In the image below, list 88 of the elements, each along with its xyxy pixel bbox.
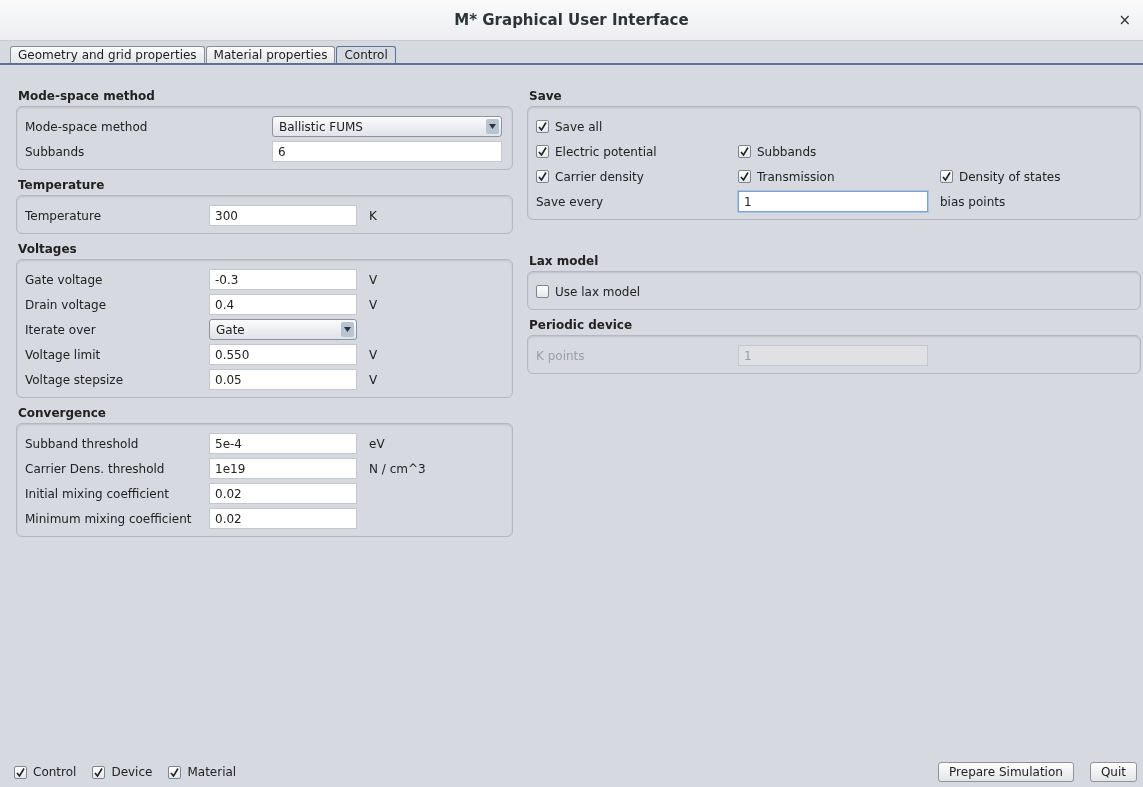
checkbox[interactable]: Device [92, 761, 153, 783]
input-field[interactable]: 5e-4 [209, 433, 357, 454]
input-field[interactable]: 6 [272, 141, 502, 162]
field-label: Iterate over [25, 322, 97, 337]
checkbox[interactable]: Material [168, 761, 237, 783]
checkbox-box[interactable] [738, 170, 751, 183]
check-icon [740, 147, 749, 156]
tab[interactable]: Control [336, 46, 396, 63]
checkbox[interactable]: Control [14, 761, 77, 783]
check-icon [94, 767, 104, 777]
checkbox[interactable]: Use lax model [536, 281, 726, 302]
checkbox-label: Electric potential [555, 144, 657, 159]
checkbox-box[interactable] [168, 765, 182, 779]
section-title: Lax model [528, 254, 600, 268]
section-title: Periodic device [528, 318, 634, 332]
checkbox-label: Material [187, 765, 237, 779]
unit-label: V [369, 297, 379, 312]
checkbox[interactable]: Electric potential [536, 141, 726, 162]
field-label: Drain voltage [25, 297, 108, 312]
checkbox[interactable]: Transmission [738, 166, 928, 187]
checkbox-box[interactable] [92, 765, 106, 779]
field-label: K points [536, 348, 586, 363]
field-label: Minimum mixing coefficient [25, 511, 193, 526]
checkbox-box[interactable] [536, 120, 549, 133]
checkbox-box[interactable] [940, 170, 953, 183]
field-label: Save every [536, 194, 605, 209]
checkbox-label: Subbands [757, 144, 817, 159]
check-icon [170, 767, 180, 777]
field-label: Voltage limit [25, 347, 102, 362]
input-field[interactable]: 1e19 [209, 458, 357, 479]
checkbox-label: Device [111, 765, 153, 779]
input-field[interactable]: 0.02 [209, 483, 357, 504]
dropdown[interactable]: Gate [209, 319, 357, 340]
field-label: Voltage stepsize [25, 372, 125, 387]
checkbox[interactable]: Density of states [940, 166, 1130, 187]
check-icon [538, 172, 547, 181]
input-field[interactable]: 1 [738, 191, 928, 212]
input-field[interactable]: 0.550 [209, 344, 357, 365]
checkbox-label: Density of states [959, 169, 1061, 184]
field-label: Subbands [25, 144, 86, 159]
field-label: Gate voltage [25, 272, 104, 287]
input-field[interactable]: -0.3 [209, 269, 357, 290]
input-field[interactable]: 300 [209, 205, 357, 226]
checkbox-label: Transmission [757, 169, 835, 184]
field-label: Carrier Dens. threshold [25, 461, 166, 476]
checkbox-label: Use lax model [555, 284, 641, 299]
checkbox-label: Control [33, 765, 77, 779]
footer-button[interactable]: Prepare Simulation [938, 762, 1074, 782]
checkbox[interactable]: Save all [536, 116, 726, 137]
unit-label: bias points [940, 194, 1007, 209]
check-icon [942, 172, 951, 181]
close-button[interactable]: × [1114, 11, 1135, 29]
window-title: M* Graphical User Interface [454, 11, 689, 29]
footer-button[interactable]: Quit [1089, 762, 1137, 782]
input-field[interactable]: 0.05 [209, 369, 357, 390]
checkbox-box[interactable] [14, 765, 27, 779]
check-icon [538, 147, 547, 156]
unit-label: V [369, 347, 379, 362]
section-title: Convergence [17, 406, 107, 420]
checkbox[interactable]: Carrier density [536, 166, 726, 187]
tab[interactable]: Material properties [205, 46, 336, 63]
checkbox-label: Carrier density [555, 169, 644, 184]
check-icon [740, 172, 749, 181]
checkbox-box[interactable] [536, 285, 549, 298]
checkbox[interactable]: Subbands [738, 141, 928, 162]
checkbox-box[interactable] [738, 145, 751, 158]
unit-label: V [369, 272, 379, 287]
dropdown[interactable]: Ballistic FUMS [272, 116, 502, 137]
field-label: Subband threshold [25, 436, 140, 451]
unit-label: V [369, 372, 379, 387]
checkbox-box[interactable] [536, 170, 549, 183]
unit-label: N / cm^3 [369, 461, 427, 476]
input-field[interactable]: 0.4 [209, 294, 357, 315]
check-icon [538, 122, 547, 131]
checkbox-box[interactable] [536, 145, 549, 158]
unit-label: K [369, 208, 378, 223]
section-title: Temperature [17, 178, 106, 192]
tab[interactable]: Geometry and grid properties [10, 46, 205, 63]
input-field[interactable]: 0.02 [209, 508, 357, 529]
section-title: Save [528, 89, 563, 103]
unit-label: eV [369, 436, 386, 451]
field-label: Temperature [25, 208, 102, 223]
section-title: Voltages [17, 242, 78, 256]
field-label: Mode-space method [25, 119, 149, 134]
section-title: Mode-space method [17, 89, 156, 103]
field-label: Initial mixing coefficient [25, 486, 171, 501]
check-icon [16, 767, 25, 777]
checkbox-label: Save all [555, 119, 603, 134]
